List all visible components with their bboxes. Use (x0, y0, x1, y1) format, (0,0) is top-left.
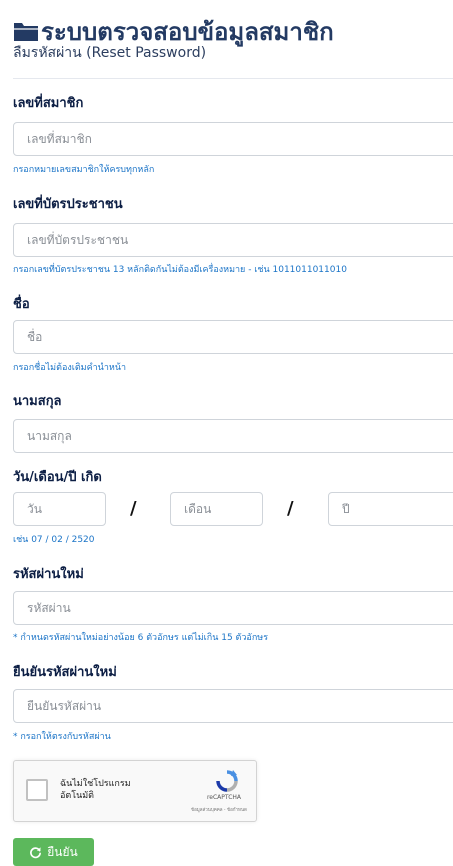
recaptcha-widget: ฉันไม่ใช่โปรแกรมอัตโนมัติ reCAPTCHA ข้อม… (13, 760, 257, 822)
last-name-input[interactable] (13, 419, 453, 453)
birth-date-help: เช่น 07 / 02 / 2520 (13, 535, 95, 545)
date-separator: / (130, 498, 137, 519)
id-card-help: กรอกเลขที่บัตรประชาชน 13 หลักติดกันไม่ต้… (13, 265, 347, 275)
first-name-help: กรอกชื่อไม่ต้องเติมคำนำหน้า (13, 363, 127, 373)
member-no-input[interactable] (13, 122, 453, 156)
submit-button[interactable]: ยืนยัน (13, 838, 94, 866)
recaptcha-brand: reCAPTCHA (206, 794, 242, 801)
new-password-help: * กำหนดรหัสผ่านใหม่อย่างน้อย 6 ตัวอักษร … (13, 633, 269, 643)
confirm-password-label: ยืนยันรหัสผ่านใหม่ (13, 665, 117, 680)
new-password-input[interactable] (13, 591, 453, 625)
member-no-help: กรอกหมายเลขสมาชิกให้ครบทุกหลัก (13, 165, 155, 175)
first-name-input[interactable] (13, 320, 453, 354)
new-password-label: รหัสผ่านใหม่ (13, 567, 84, 582)
recaptcha-label: ฉันไม่ใช่โปรแกรมอัตโนมัติ (60, 779, 131, 801)
page-subtitle: ลืมรหัสผ่าน (Reset Password) (13, 45, 207, 61)
member-no-label: เลขที่สมาชิก (13, 96, 84, 111)
date-separator: / (287, 498, 294, 519)
recaptcha-logo-icon (216, 770, 238, 792)
page-header: ระบบตรวจสอบข้อมูลสมาชิก ลืมรหัสผ่าน (Res… (13, 12, 453, 62)
confirm-password-input[interactable] (13, 689, 453, 723)
birth-date-label: วัน/เดือน/ปี เกิด (13, 470, 102, 485)
recaptcha-links[interactable]: ข้อมูลส่วนบุคคล - ข้อกำหนด (174, 806, 264, 813)
submit-button-label: ยืนยัน (47, 844, 78, 859)
title-row: ระบบตรวจสอบข้อมูลสมาชิก (13, 12, 453, 46)
first-name-label: ชื่อ (13, 297, 30, 312)
id-card-input[interactable] (13, 223, 453, 257)
id-card-label: เลขที่บัตรประชาชน (13, 197, 123, 212)
refresh-icon (30, 846, 42, 858)
last-name-label: นามสกุล (13, 394, 62, 409)
confirm-password-help: * กรอกให้ตรงกับรหัสผ่าน (13, 732, 111, 742)
header-divider (13, 78, 453, 79)
recaptcha-checkbox[interactable] (26, 779, 48, 801)
app-title: ระบบตรวจสอบข้อมูลสมาชิก (41, 18, 334, 46)
folder-icon (14, 23, 38, 41)
birth-year-input[interactable] (328, 492, 453, 526)
birth-day-input[interactable] (13, 492, 106, 526)
birth-month-input[interactable] (170, 492, 263, 526)
